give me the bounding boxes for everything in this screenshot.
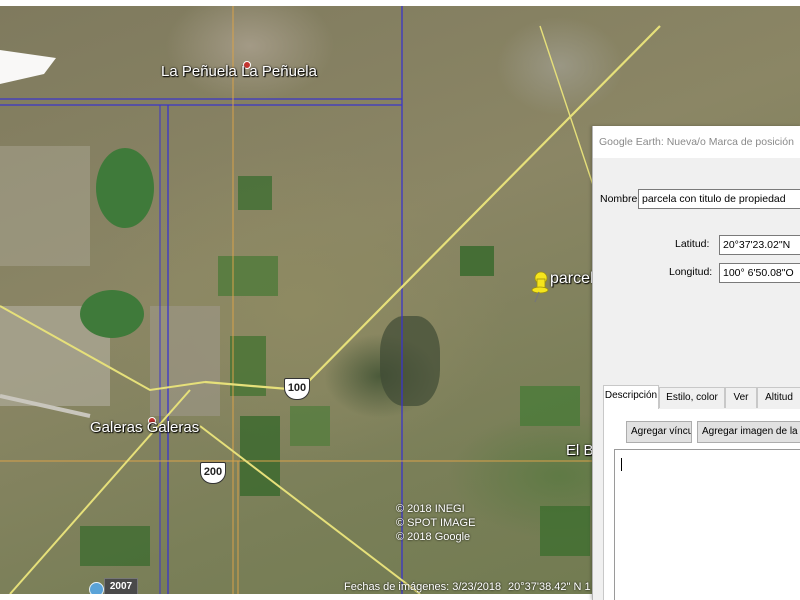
dialog-body: Nombre: parcela con titulo de propiedad … [593,158,800,600]
imagery-copyright: © 2018 INEGI © SPOT IMAGE © 2018 Google [396,502,475,544]
latitude-label: Latitud: [675,238,710,250]
description-tab-panel: Agregar vínculo Agregar imagen de la Web [603,409,800,600]
add-web-image-button[interactable]: Agregar imagen de la Web [697,421,800,443]
copyright-line: © 2018 INEGI [396,503,465,515]
overview-arrow-icon[interactable] [0,44,60,84]
imagery-date: Fechas de imágenes: 3/23/2018 [344,581,502,593]
cursor-coordinates: 20°37'38.42" N 1 [508,581,591,593]
latitude-input[interactable]: 20°37'23.02"N [719,235,800,255]
longitude-input[interactable]: 100° 6'50.08"O [719,263,800,283]
name-label: Nombre: [600,193,641,205]
highway-road [0,305,206,392]
text-caret [621,458,622,471]
dialog-title[interactable]: Google Earth: Nueva/o Marca de posición [593,126,800,158]
copyright-line: © SPOT IMAGE [396,517,476,529]
airstrip [0,394,91,418]
local-road [539,25,601,207]
town-label-la-penuela[interactable]: La Peñuela La Peñuela [161,63,317,80]
copyright-line: © 2018 Google [396,531,471,543]
town-label-galeras[interactable]: Galeras Galeras [90,419,199,436]
placemark-pushpin-icon[interactable] [529,271,549,303]
placemark-tabs: Descripción Estilo, color Ver Altitud [603,385,800,410]
add-link-button[interactable]: Agregar vínculo [626,421,692,443]
name-input[interactable]: parcela con titulo de propiedad [638,189,800,209]
new-placemark-dialog[interactable]: Google Earth: Nueva/o Marca de posición … [592,126,800,600]
description-textarea[interactable] [614,449,800,600]
tab-estilo-color[interactable]: Estilo, color [659,387,725,408]
tab-ver[interactable]: Ver [725,387,757,408]
tab-descripcion[interactable]: Descripción [603,385,659,410]
town-label-el-b[interactable]: El B [566,442,594,459]
historical-imagery-clock-icon[interactable] [89,582,104,594]
road-shield-100: 100 [284,378,310,400]
historical-imagery-year[interactable]: 2007 [104,578,138,594]
longitude-label: Longitud: [669,266,713,278]
road-shield-200: 200 [200,462,226,484]
tab-altitud[interactable]: Altitud [757,387,800,408]
